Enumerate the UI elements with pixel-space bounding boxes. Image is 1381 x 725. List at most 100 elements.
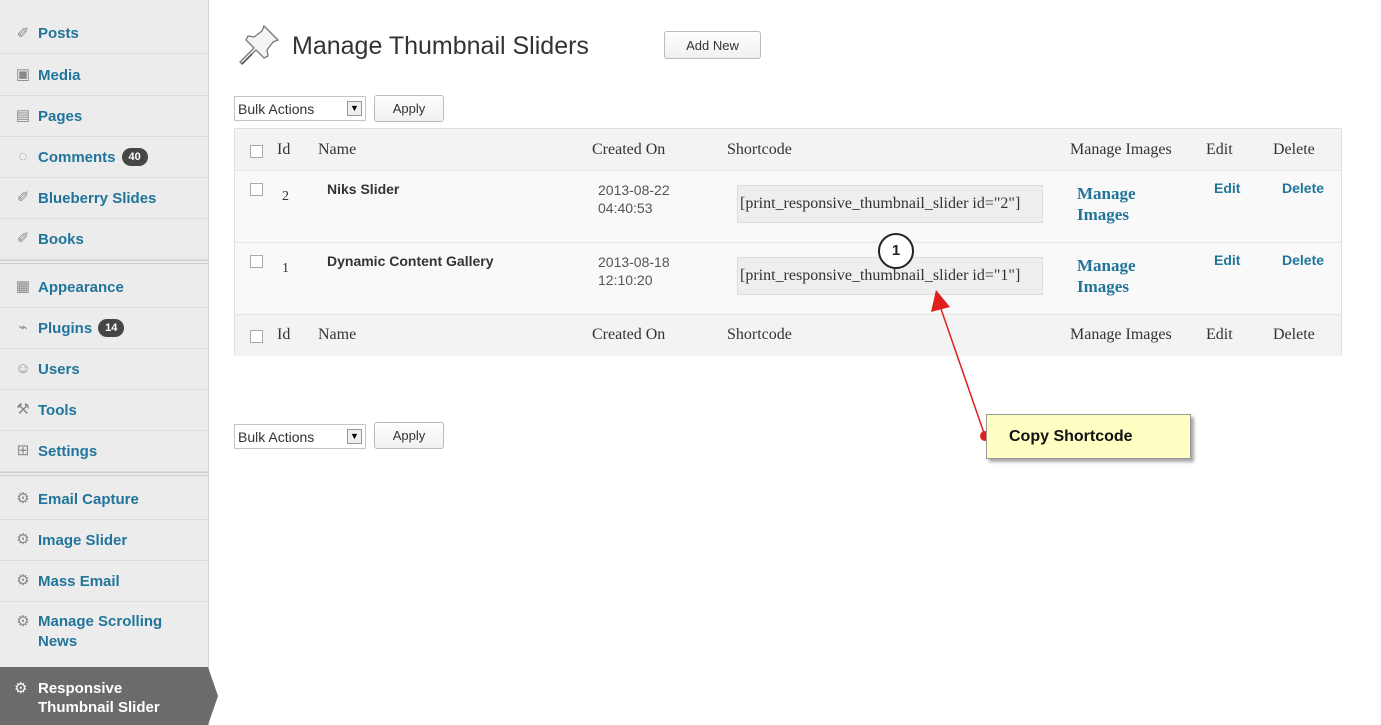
gear-icon: ⚙ xyxy=(16,613,30,630)
admin-sidebar: ✐ Posts ▣ Media ▤ Pages ◌ Comments 40 ✐ Bluebe… xyxy=(0,0,218,725)
sidebar-item-manage-scrolling-news[interactable]: ⚙ Manage Scrolling News xyxy=(0,602,208,668)
sidebar-item-email-capture[interactable]: ⚙ Email Capture xyxy=(0,479,208,520)
row-created-time: 04:40:53 xyxy=(598,200,653,216)
pin-icon: ✐ xyxy=(16,24,30,42)
media-icon: ▣ xyxy=(15,66,31,83)
bulk-actions-select-top[interactable]: Bulk Actions ▼ xyxy=(234,96,366,121)
appearance-icon: ▦ xyxy=(15,278,31,295)
sidebar-separator xyxy=(0,260,208,264)
select-all-checkbox[interactable] xyxy=(250,145,263,158)
row-created-date: 2013-08-22 xyxy=(598,182,670,198)
sidebar-item-responsive-thumbnail-slider[interactable]: ⚙ Responsive Thumbnail Slider xyxy=(0,667,218,725)
sidebar-item-label-line1: Manage Scrolling xyxy=(38,613,163,630)
manage-images-line2: Images xyxy=(1077,205,1129,224)
apply-button-top[interactable]: Apply xyxy=(374,95,444,122)
manage-images-link[interactable]: Manage Images xyxy=(1077,255,1136,297)
manage-images-line1: Manage xyxy=(1077,256,1136,275)
sidebar-item-label: Mass Email xyxy=(38,572,120,590)
select-all-checkbox[interactable] xyxy=(250,330,263,343)
manage-images-link[interactable]: Manage Images xyxy=(1077,183,1136,225)
bulk-actions-value: Bulk Actions xyxy=(238,100,315,117)
users-icon: ☺ xyxy=(15,360,31,377)
comments-icon: ◌ xyxy=(18,148,28,165)
column-footer-id: Id xyxy=(277,326,291,343)
row-created-time: 12:10:20 xyxy=(598,272,653,288)
row-created-date: 2013-08-18 xyxy=(598,254,670,270)
comments-count-badge: 40 xyxy=(121,148,148,166)
sidebar-item-posts[interactable]: ✐ Posts xyxy=(0,14,208,54)
sidebar-item-users[interactable]: ☺ Users xyxy=(0,349,208,390)
column-header-edit: Edit xyxy=(1206,141,1233,158)
sidebar-item-tools[interactable]: ⚒ Tools xyxy=(0,390,208,431)
chevron-down-icon: ▼ xyxy=(347,429,362,444)
sidebar-item-label: Media xyxy=(38,66,81,84)
delete-link[interactable]: Delete xyxy=(1282,180,1324,196)
edit-link[interactable]: Edit xyxy=(1214,180,1240,196)
pin-icon: ✐ xyxy=(16,230,30,247)
row-checkbox[interactable] xyxy=(250,255,263,268)
manage-images-line2: Images xyxy=(1077,277,1129,296)
edit-link[interactable]: Edit xyxy=(1214,252,1240,268)
sidebar-item-plugins[interactable]: ⌁ Plugins 14 xyxy=(0,308,208,349)
gear-icon: ⚙ xyxy=(16,531,30,548)
sidebar-item-label: Appearance xyxy=(38,278,124,296)
row-id: 1 xyxy=(282,261,289,276)
add-new-button[interactable]: Add New xyxy=(664,31,761,59)
sidebar-item-blueberry-slides[interactable]: ✐ Blueberry Slides xyxy=(0,178,208,219)
delete-link[interactable]: Delete xyxy=(1282,252,1324,268)
row-created-on: 2013-08-22 04:40:53 xyxy=(598,181,670,217)
bulk-actions-value: Bulk Actions xyxy=(238,428,315,445)
sidebar-item-label: Settings xyxy=(38,442,98,460)
shortcode-field[interactable]: [print_responsive_thumbnail_slider id="2… xyxy=(737,185,1043,223)
sidebar-item-label: Tools xyxy=(38,401,77,419)
column-header-shortcode: Shortcode xyxy=(727,141,792,158)
sidebar-item-comments[interactable]: ◌ Comments 40 xyxy=(0,137,208,178)
column-header-id: Id xyxy=(277,141,291,158)
bulk-actions-select-bottom[interactable]: Bulk Actions ▼ xyxy=(234,424,366,449)
sliders-table: Id Name Created On Shortcode Manage Imag… xyxy=(234,128,1342,356)
sidebar-item-label: Manage Scrolling News xyxy=(38,612,162,652)
sidebar-item-mass-email[interactable]: ⚙ Mass Email xyxy=(0,561,208,602)
table-row: 1 Dynamic Content Gallery 2013-08-18 12:… xyxy=(235,242,1341,314)
pin-icon: ✐ xyxy=(16,189,30,206)
table-footer-row: Id Name Created On Shortcode Manage Imag… xyxy=(235,314,1341,356)
apply-button-bottom[interactable]: Apply xyxy=(374,422,444,449)
sidebar-item-label-line1: Responsive xyxy=(38,680,123,697)
sidebar-item-label: Comments xyxy=(38,148,116,166)
sidebar-item-label: Posts xyxy=(38,25,79,42)
sidebar-item-media[interactable]: ▣ Media xyxy=(0,55,208,96)
sidebar-item-label: Email Capture xyxy=(38,490,139,508)
column-footer-manage-images: Manage Images xyxy=(1070,326,1172,343)
sidebar-item-pages[interactable]: ▤ Pages xyxy=(0,96,208,137)
sidebar-separator xyxy=(0,472,208,476)
sidebar-item-label: Blueberry Slides xyxy=(38,189,157,207)
sidebar-item-appearance[interactable]: ▦ Appearance xyxy=(0,267,208,308)
column-footer-created-on: Created On xyxy=(592,326,666,343)
column-header-delete: Delete xyxy=(1273,141,1315,158)
column-footer-shortcode: Shortcode xyxy=(727,326,792,343)
pages-icon: ▤ xyxy=(15,107,31,124)
sidebar-item-label: Books xyxy=(38,230,84,248)
sidebar-item-settings[interactable]: ⊞ Settings xyxy=(0,431,208,472)
chevron-down-icon: ▼ xyxy=(347,101,362,116)
gear-icon: ⚙ xyxy=(14,680,28,697)
callout-number-badge: 1 xyxy=(878,233,914,269)
sidebar-item-label: Responsive Thumbnail Slider xyxy=(38,679,160,717)
row-checkbox[interactable] xyxy=(250,183,263,196)
row-created-on: 2013-08-18 12:10:20 xyxy=(598,253,670,289)
column-header-created-on: Created On xyxy=(592,141,666,158)
row-name: Niks Slider xyxy=(327,181,400,197)
row-name: Dynamic Content Gallery xyxy=(327,253,494,269)
sidebar-item-label-line2: News xyxy=(38,633,78,650)
tools-icon: ⚒ xyxy=(16,401,30,418)
settings-icon: ⊞ xyxy=(16,442,30,459)
sidebar-item-label: Plugins xyxy=(38,319,93,337)
gear-icon: ⚙ xyxy=(16,490,30,507)
sidebar-item-books[interactable]: ✐ Books xyxy=(0,219,208,260)
page-title: Manage Thumbnail Sliders xyxy=(292,32,589,60)
sidebar-item-image-slider[interactable]: ⚙ Image Slider xyxy=(0,520,208,561)
sidebar-item-label: Image Slider xyxy=(38,531,128,549)
column-footer-name: Name xyxy=(318,326,357,343)
plugins-icon: ⌁ xyxy=(18,319,28,336)
table-row: 2 Niks Slider 2013-08-22 04:40:53 [print… xyxy=(235,170,1341,242)
